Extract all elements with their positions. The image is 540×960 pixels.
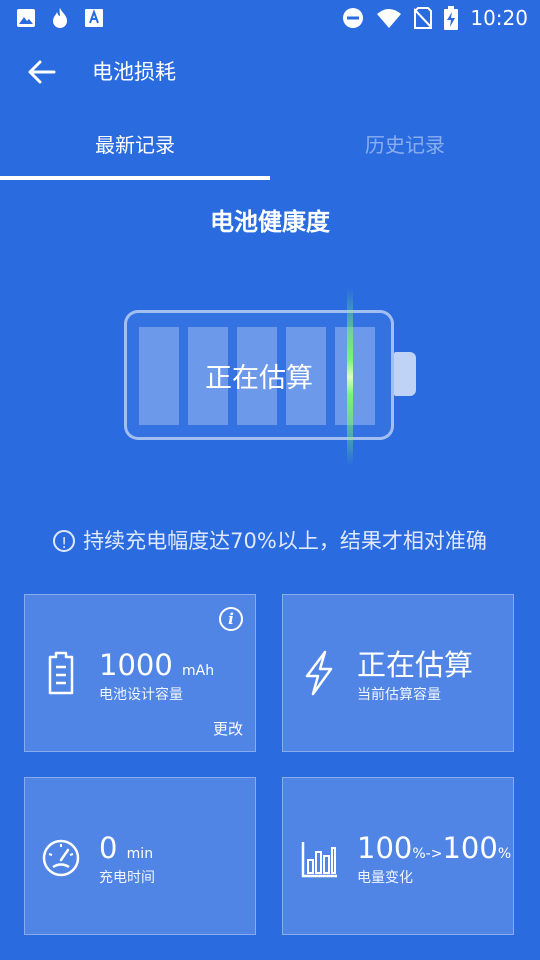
- battery-health-title: 电池健康度: [210, 208, 330, 236]
- battery-graphic: 正在估算: [124, 310, 416, 440]
- charge-time-unit: min: [126, 846, 154, 862]
- battery-status-text: 正在估算: [205, 362, 313, 394]
- scan-line: [347, 288, 353, 466]
- tab-bar: 最新记录 历史记录: [0, 112, 540, 182]
- wifi-icon: [377, 9, 402, 28]
- font-app-icon: [85, 9, 103, 27]
- status-time: 10:20: [470, 6, 528, 30]
- level-change-label: 电量变化: [357, 870, 413, 886]
- image-icon: [17, 9, 35, 27]
- charge-time-label: 充电时间: [99, 870, 155, 886]
- bar-chart-icon: [301, 842, 337, 878]
- battery-cap: [394, 352, 416, 396]
- no-sim-icon: [414, 7, 433, 29]
- level-change-value: 100%->100%: [357, 831, 512, 865]
- design-capacity-value: 1000 mAh: [99, 648, 215, 682]
- level-change-card: 100%->100% 电量变化: [282, 777, 514, 935]
- design-capacity-label: 电池设计容量: [99, 687, 183, 703]
- design-capacity-unit: mAh: [182, 663, 215, 679]
- estimated-capacity-card: 正在估算 当前估算容量: [282, 594, 514, 752]
- lightning-icon: [305, 650, 333, 696]
- speedometer-icon: [42, 839, 80, 877]
- change-capacity-link[interactable]: 更改: [213, 719, 243, 739]
- tab-latest-records[interactable]: 最新记录: [0, 132, 270, 158]
- status-bar: 10:20: [0, 0, 540, 36]
- tab-history-records[interactable]: 历史记录: [270, 132, 540, 158]
- tab-indicator: [0, 176, 270, 180]
- design-capacity-card[interactable]: i 1000 mAh 电池设计容量 更改: [24, 594, 256, 752]
- app-bar: 电池损耗: [0, 36, 540, 108]
- exclamation-circle-icon: !: [53, 530, 76, 552]
- accuracy-hint: ! 持续充电幅度达70%以上，结果才相对准确: [0, 524, 540, 558]
- charge-time-card: 0 min 充电时间: [24, 777, 256, 935]
- fire-icon: [53, 8, 67, 28]
- estimated-capacity-value: 正在估算: [357, 648, 474, 682]
- do-not-disturb-icon: [343, 8, 364, 28]
- arrow-left-icon[interactable]: [26, 58, 58, 86]
- info-icon[interactable]: i: [219, 607, 243, 631]
- estimated-capacity-label: 当前估算容量: [357, 687, 441, 703]
- page-title: 电池损耗: [92, 60, 176, 84]
- charge-time-value: 0 min: [99, 831, 154, 865]
- battery-outline-icon: [48, 651, 74, 695]
- battery-charging-icon: [444, 6, 459, 30]
- hint-text: 持续充电幅度达70%以上，结果才相对准确: [83, 529, 487, 553]
